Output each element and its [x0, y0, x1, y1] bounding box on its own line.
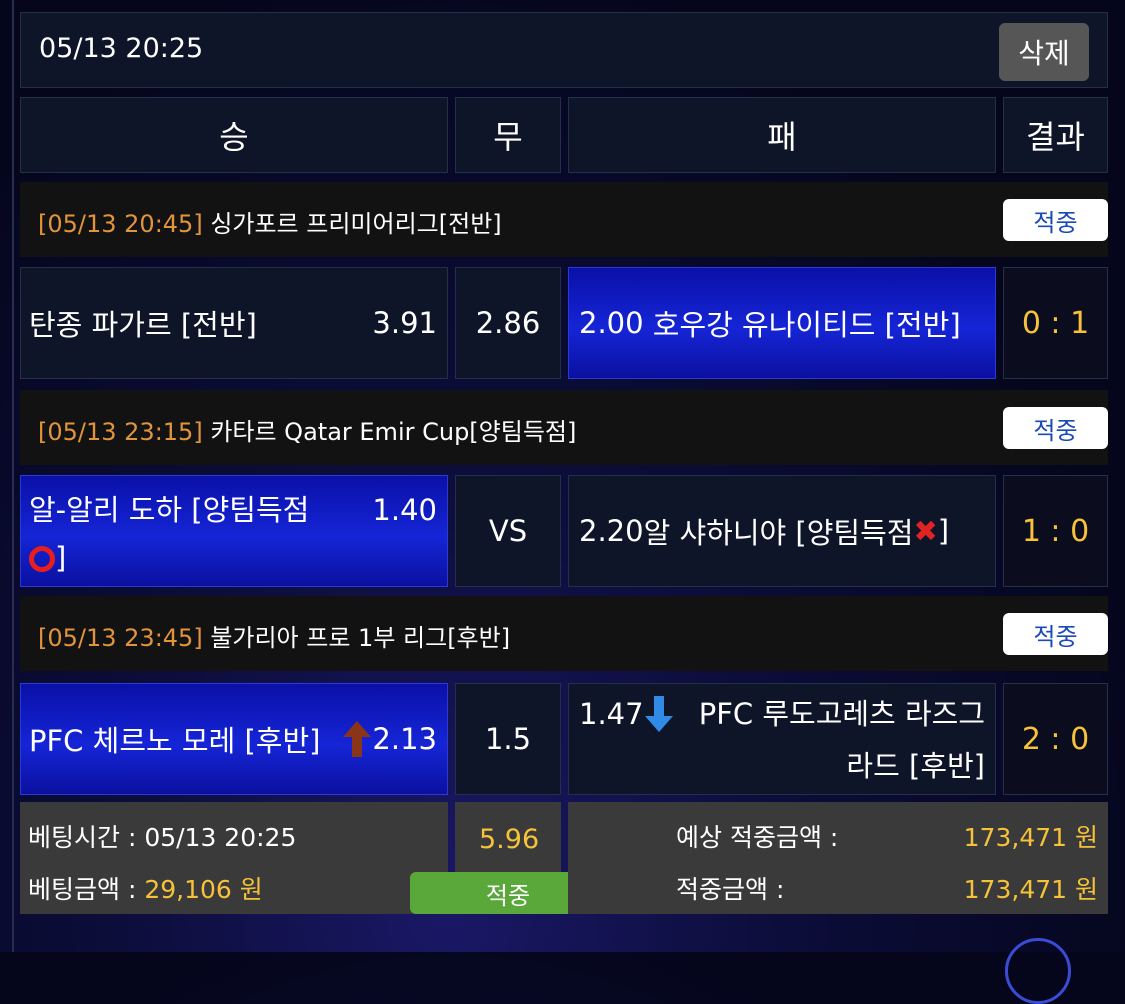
circle-o-icon [29, 546, 55, 572]
hit-badge: 적중 [1003, 613, 1108, 655]
home-odds: 1.40 [372, 493, 437, 527]
league-title: [05/13 23:15] 카타르 Qatar Emir Cup[양팀득점] [38, 412, 576, 447]
league-name: 불가리아 프로 1부 리그[후반] [202, 624, 511, 652]
away-odds: 1.47 [579, 697, 644, 731]
home-team: 탄종 파가르 [전반] [29, 308, 257, 342]
home-team-suffix: ] [55, 541, 67, 575]
draw-odds: 1.5 [484, 722, 532, 756]
match-time: [05/13 23:45] [38, 624, 203, 652]
home-pick-cell-selected[interactable]: PFC 체르노 모레 [후반] 2.13 [20, 683, 448, 795]
result-score: 0 : 1 [1003, 267, 1108, 379]
home-odds: 3.91 [372, 306, 437, 340]
away-team: 알 샤하니야 [양팀득점 [643, 516, 914, 550]
away-pick-cell[interactable]: 1.47 PFC 루도고레츠 라즈그라드 [후반] [568, 683, 996, 795]
draw-odds: 2.86 [475, 306, 541, 340]
floating-button[interactable] [1005, 938, 1071, 1004]
bet-time: 베팅시간 : 05/13 20:25 [28, 823, 297, 852]
delete-button[interactable]: 삭제 [999, 23, 1089, 81]
league-name: 카타르 Qatar Emir Cup[양팀득점] [202, 418, 577, 446]
away-pick-cell-selected[interactable]: 2.00 호우강 유나이티드 [전반] [568, 267, 996, 379]
result-score: 1 : 0 [1003, 475, 1108, 587]
summary-right: 예상 적중금액 : 173,471 원 적중금액 : 173,471 원 [568, 802, 1108, 914]
away-team: 호우강 유나이티드 [전반] [652, 308, 961, 342]
home-odds: 2.13 [372, 722, 437, 756]
summary-left: 베팅시간 : 05/13 20:25 베팅금액 : 29,106 원 [20, 802, 448, 914]
league-name: 싱가포르 프리미어리그[전반] [202, 210, 502, 238]
league-row: [05/13 23:45] 불가리아 프로 1부 리그[후반] 적중 [20, 596, 1108, 671]
draw-cell[interactable]: 1.5 [455, 683, 561, 795]
home-team-wrap: 알-알리 도하 [양팀득점 ] [29, 486, 359, 582]
draw-cell[interactable]: VS [455, 475, 561, 587]
payout-label: 적중금액 : [676, 875, 785, 904]
league-title: [05/13 20:45] 싱가포르 프리미어리그[전반] [38, 204, 502, 239]
hit-badge: 적중 [1003, 407, 1108, 449]
home-pick-cell-selected[interactable]: 알-알리 도하 [양팀득점 ] 1.40 [20, 475, 448, 587]
away-team-suffix: ] [937, 514, 950, 548]
expected-payout-value: 173,471 원 [963, 823, 1098, 852]
league-title: [05/13 23:45] 불가리아 프로 1부 리그[후반] [38, 618, 510, 653]
home-team: PFC 체르노 모레 [후반] [29, 724, 321, 758]
header-result: 결과 [1003, 97, 1108, 173]
bet-amount: 베팅금액 : 29,106 원 [28, 875, 263, 904]
match-time: [05/13 23:15] [38, 418, 203, 446]
bet-slip-topbar: 05/13 20:25 삭제 [20, 12, 1108, 88]
draw-cell[interactable]: 2.86 [455, 267, 561, 379]
total-odds: 5.96 [479, 824, 540, 855]
expected-payout-label: 예상 적중금액 : [676, 823, 839, 852]
bet-datetime: 05/13 20:25 [39, 33, 204, 64]
cross-mark-icon: ✖ [913, 514, 938, 548]
payout-value: 173,471 원 [963, 875, 1098, 904]
arrow-down-icon [644, 696, 673, 732]
away-team: PFC 루도고레츠 라즈그라드 [후반] [698, 697, 985, 783]
league-row: [05/13 20:45] 싱가포르 프리미어리그[전반] 적중 [20, 182, 1108, 257]
header-lose: 패 [568, 97, 996, 173]
league-row: [05/13 23:15] 카타르 Qatar Emir Cup[양팀득점] 적… [20, 390, 1108, 465]
home-team: 알-알리 도하 [양팀득점 [29, 493, 310, 527]
away-odds: 2.00 [579, 306, 644, 340]
bet-amount-value: 29,106 원 [144, 875, 263, 904]
match-time: [05/13 20:45] [38, 210, 203, 238]
header-draw: 무 [455, 97, 561, 173]
result-score: 2 : 0 [1003, 683, 1108, 795]
hit-badge: 적중 [1003, 199, 1108, 241]
away-pick-cell[interactable]: 2.20 알 샤하니야 [양팀득점 ✖] [568, 475, 996, 587]
draw-label: VS [488, 514, 528, 548]
header-win: 승 [20, 97, 448, 173]
arrow-up-icon [343, 721, 372, 757]
home-pick-cell[interactable]: 탄종 파가르 [전반] 3.91 [20, 267, 448, 379]
away-odds: 2.20 [579, 514, 644, 548]
away-team-wrap: 1.47 PFC 루도고레츠 라즈그라드 [후반] [579, 688, 985, 792]
